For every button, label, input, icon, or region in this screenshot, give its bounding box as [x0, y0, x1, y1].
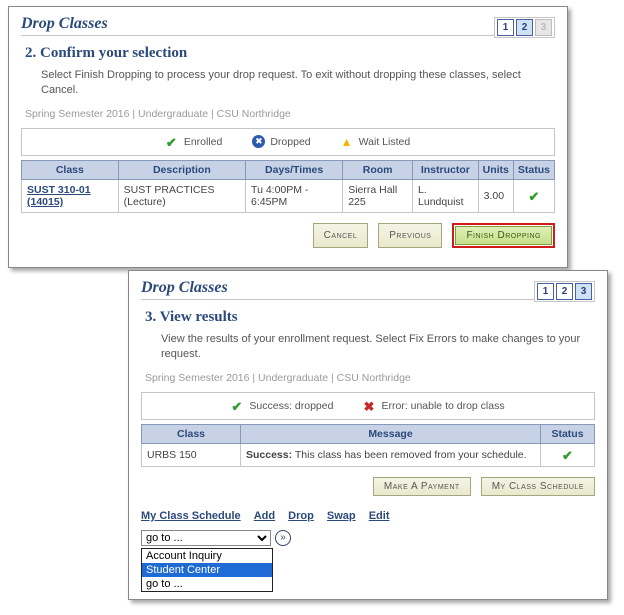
panel2-title: Drop Classes: [141, 279, 595, 300]
make-payment-button[interactable]: Make A Payment: [373, 477, 471, 496]
step-2: 2: [516, 19, 533, 36]
drop-classes-confirm-panel: Drop Classes 1 2 3 2. Confirm your selec…: [8, 6, 568, 268]
col-instructor: Instructor: [413, 160, 479, 179]
col-message: Message: [241, 424, 541, 443]
table-row: URBS 150 Success: This class has been re…: [142, 443, 595, 466]
link-add[interactable]: Add: [254, 510, 275, 522]
finish-dropping-button[interactable]: Finish Dropping: [455, 226, 552, 245]
error-icon: [363, 399, 377, 413]
legend-bar: Enrolled Dropped Wait Listed: [21, 128, 555, 156]
cell-units: 3.00: [478, 179, 513, 212]
previous-button[interactable]: Previous: [378, 223, 442, 248]
button-row: Cancel Previous Finish Dropping: [21, 223, 555, 248]
nav-links: My Class Schedule Add Drop Swap Edit: [141, 510, 595, 522]
cell-class: SUST 310-01 (14015): [22, 179, 119, 212]
cell-room: Sierra Hall 225: [343, 179, 413, 212]
legend-success-label: Success: dropped: [249, 400, 333, 412]
col-daystimes: Days/Times: [246, 160, 343, 179]
link-my-class-schedule[interactable]: My Class Schedule: [141, 510, 241, 522]
legend-error-label: Error: unable to drop class: [381, 400, 504, 412]
check-icon: [561, 448, 575, 462]
step-indicator: 1 2 3: [494, 17, 555, 38]
message-rest: This class has been removed from your sc…: [295, 449, 527, 461]
col-units: Units: [478, 160, 513, 179]
message-strong: Success:: [246, 449, 292, 461]
col-status: Status: [513, 160, 554, 179]
step-3: 3: [575, 283, 592, 300]
legend-dropped-label: Dropped: [270, 136, 310, 148]
col-class: Class: [22, 160, 119, 179]
table-header-row: Class Description Days/Times Room Instru…: [22, 160, 555, 179]
link-drop[interactable]: Drop: [288, 510, 314, 522]
term-line: Spring Semester 2016 | Undergraduate | C…: [145, 372, 595, 384]
col-room: Room: [343, 160, 413, 179]
col-class: Class: [142, 424, 241, 443]
goto-wrap: go to ... » Account Inquiry Student Cent…: [141, 530, 595, 546]
legend-enrolled: Enrolled: [166, 135, 223, 149]
drop-classes-results-panel: Drop Classes 1 2 3 3. View results View …: [128, 270, 608, 600]
cell-description: SUST PRACTICES (Lecture): [118, 179, 245, 212]
col-description: Description: [118, 160, 245, 179]
panel1-title: Drop Classes: [21, 15, 555, 36]
cell-status: [541, 443, 595, 466]
table-header-row: Class Message Status: [142, 424, 595, 443]
finish-highlight: Finish Dropping: [452, 223, 555, 248]
legend-waitlist: Wait Listed: [341, 135, 411, 149]
dropped-icon: [252, 135, 266, 149]
legend-success: Success: dropped: [231, 399, 333, 413]
panel1-subtitle: 2. Confirm your selection: [25, 45, 555, 62]
check-icon: [166, 135, 180, 149]
goto-listbox[interactable]: Account Inquiry Student Center go to ...: [141, 548, 273, 592]
link-swap[interactable]: Swap: [327, 510, 356, 522]
legend-dropped: Dropped: [252, 135, 310, 149]
button-row: Make A Payment My Class Schedule: [141, 477, 595, 496]
step-indicator: 1 2 3: [534, 281, 595, 302]
legend-bar-results: Success: dropped Error: unable to drop c…: [141, 392, 595, 420]
step-1: 1: [537, 283, 554, 300]
link-edit[interactable]: Edit: [369, 510, 390, 522]
col-status: Status: [541, 424, 595, 443]
table-row: SUST 310-01 (14015) SUST PRACTICES (Lect…: [22, 179, 555, 212]
class-link[interactable]: SUST 310-01 (14015): [27, 184, 91, 208]
legend-enrolled-label: Enrolled: [184, 136, 223, 148]
go-arrow-icon[interactable]: »: [275, 530, 291, 546]
results-table: Class Message Status URBS 150 Success: T…: [141, 424, 595, 467]
cell-status: [513, 179, 554, 212]
panel1-header: Drop Classes 1 2 3: [21, 15, 555, 37]
cancel-button[interactable]: Cancel: [313, 223, 369, 248]
legend-waitlist-label: Wait Listed: [359, 136, 411, 148]
check-icon: [231, 399, 245, 413]
step-2: 2: [556, 283, 573, 300]
goto-option-student-center[interactable]: Student Center: [142, 563, 272, 577]
check-icon: [527, 189, 541, 203]
step-1: 1: [497, 19, 514, 36]
cell-message: Success: This class has been removed fro…: [241, 443, 541, 466]
term-line: Spring Semester 2016 | Undergraduate | C…: [25, 108, 555, 120]
panel2-header: Drop Classes 1 2 3: [141, 279, 595, 301]
step-3: 3: [535, 19, 552, 36]
cell-instructor: L. Lundquist: [413, 179, 479, 212]
confirm-table: Class Description Days/Times Room Instru…: [21, 160, 555, 213]
legend-error: Error: unable to drop class: [363, 399, 504, 413]
cell-class: URBS 150: [142, 443, 241, 466]
cell-daystimes: Tu 4:00PM - 6:45PM: [246, 179, 343, 212]
panel2-subtitle: 3. View results: [145, 309, 595, 326]
panel1-body: Select Finish Dropping to process your d…: [41, 68, 545, 98]
goto-select[interactable]: go to ...: [141, 530, 271, 546]
goto-option-goto[interactable]: go to ...: [142, 577, 272, 591]
goto-option-account-inquiry[interactable]: Account Inquiry: [142, 549, 272, 563]
panel2-body: View the results of your enrollment requ…: [161, 332, 585, 362]
waitlist-icon: [341, 135, 355, 149]
my-class-schedule-button[interactable]: My Class Schedule: [481, 477, 595, 496]
